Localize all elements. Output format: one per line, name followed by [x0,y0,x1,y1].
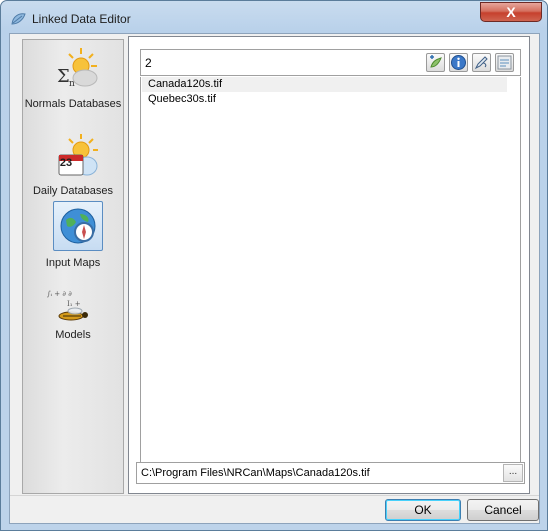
svg-text:∫ᵢ + ∂ ∂: ∫ᵢ + ∂ ∂ [47,290,72,298]
window-title: Linked Data Editor [32,12,131,26]
app-leaf-icon [11,13,26,25]
info-button[interactable] [449,53,468,72]
edit-link-icon [474,56,488,70]
models-icon: ∫ᵢ + ∂ ∂ I₁ + [47,290,88,321]
browse-button[interactable]: ... [503,464,523,482]
input-maps-icon [60,208,96,244]
count-field[interactable]: 2 [140,49,521,76]
edit-link-button[interactable] [472,53,491,72]
calendar-day-number: 23 [59,157,73,169]
content-panel: 2 Canada120s.tif Quebec30s.tif [128,36,530,494]
svg-text:n: n [69,79,75,89]
sidebar: Σ n Normals Databases 23 Daily Databases… [22,39,124,494]
cancel-button[interactable]: Cancel [467,499,539,521]
normals-database-icon: Σ n [57,48,98,89]
svg-text:I₁ +: I₁ + [67,300,81,308]
ok-button[interactable]: OK [385,499,461,521]
sidebar-item-label: Daily Databases [32,185,114,197]
footer-divider [10,495,539,496]
list-item[interactable]: Canada120s.tif [142,77,507,92]
sidebar-item-label: Models [55,329,91,341]
close-button[interactable]: X [480,2,542,22]
options-icon [497,55,512,70]
sidebar-item-label: Normals Databases [24,98,122,110]
dialog-body: Σ n Normals Databases 23 Daily Databases… [9,33,540,524]
info-icon [451,55,466,70]
dialog-window: Linked Data Editor X Σ n Normals Databas… [0,0,548,531]
daily-database-icon [58,134,98,176]
file-list[interactable]: Canada120s.tif Quebec30s.tif [140,77,521,482]
file-path-value: C:\Program Files\NRCan\Maps\Canada120s.t… [141,467,370,479]
options-button[interactable] [495,53,514,72]
sidebar-item-label: Input Maps [45,257,101,269]
file-path-field[interactable]: C:\Program Files\NRCan\Maps\Canada120s.t… [136,462,525,484]
svg-text:Σ: Σ [57,66,70,87]
list-item[interactable]: Quebec30s.tif [142,92,507,107]
add-button[interactable] [426,53,445,72]
add-icon [430,55,442,68]
count-value: 2 [145,56,152,70]
title-bar[interactable]: Linked Data Editor X [1,1,547,33]
